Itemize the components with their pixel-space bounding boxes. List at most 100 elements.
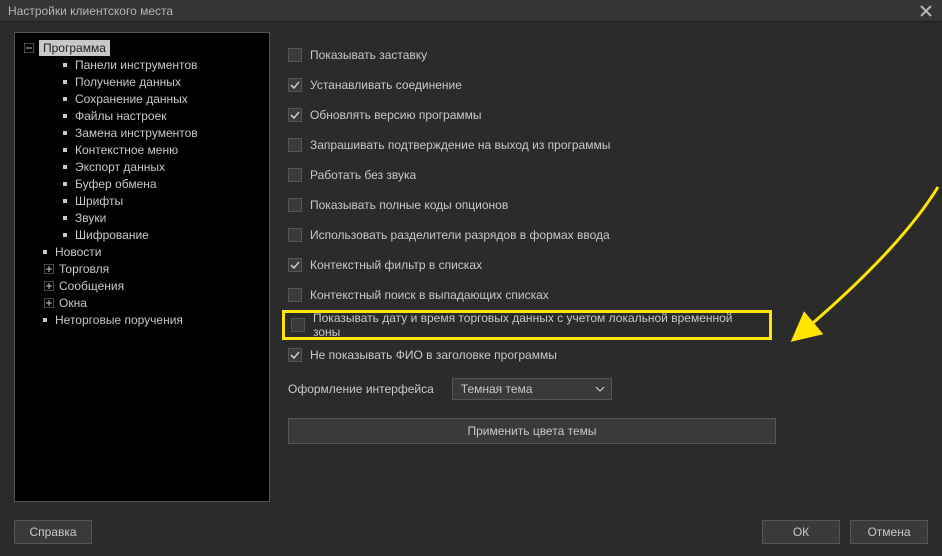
- checkbox[interactable]: [288, 78, 302, 92]
- option-label[interactable]: Показывать заставку: [310, 48, 427, 62]
- tree-item[interactable]: Получение данных: [19, 73, 265, 90]
- tree-item[interactable]: Панели инструментов: [19, 56, 265, 73]
- tree-item-label: Получение данных: [75, 75, 181, 89]
- tree-item-label: Программа: [39, 40, 110, 56]
- tree-item-label: Шифрование: [75, 228, 149, 242]
- option-row: Использовать разделители разрядов в форм…: [288, 220, 928, 250]
- option-row: Запрашивать подтверждение на выход из пр…: [288, 130, 928, 160]
- bullet-icon: [63, 114, 67, 118]
- help-label: Справка: [29, 525, 76, 539]
- expand-icon[interactable]: [43, 280, 55, 292]
- tree-item[interactable]: Неторговые поручения: [19, 311, 265, 328]
- checkbox[interactable]: [288, 198, 302, 212]
- checkbox[interactable]: [288, 348, 302, 362]
- theme-value: Темная тема: [461, 382, 533, 396]
- tree-item-label: Неторговые поручения: [55, 313, 183, 327]
- window-title: Настройки клиентского места: [8, 4, 916, 18]
- ok-label: ОК: [793, 525, 809, 539]
- settings-form: Показывать заставку Устанавливать соедине…: [288, 32, 928, 510]
- bullet-icon: [63, 165, 67, 169]
- tree-item[interactable]: Новости: [19, 243, 265, 260]
- option-label[interactable]: Не показывать ФИО в заголовке программы: [310, 348, 557, 362]
- checkbox[interactable]: [288, 138, 302, 152]
- bullet-icon: [63, 63, 67, 67]
- tree-item[interactable]: Контекстное меню: [19, 141, 265, 158]
- tree-item-label: Звуки: [75, 211, 106, 225]
- option-label[interactable]: Использовать разделители разрядов в форм…: [310, 228, 610, 242]
- option-label[interactable]: Показывать полные коды опционов: [310, 198, 508, 212]
- tree-item-label: Контекстное меню: [75, 143, 178, 157]
- bullet-icon: [63, 233, 67, 237]
- option-label[interactable]: Показывать дату и время торговых данных …: [313, 311, 763, 339]
- tree-item[interactable]: Замена инструментов: [19, 124, 265, 141]
- checkbox[interactable]: [288, 48, 302, 62]
- tree-item[interactable]: Шифрование: [19, 226, 265, 243]
- bullet-icon: [43, 250, 47, 254]
- tree-item[interactable]: Экспорт данных: [19, 158, 265, 175]
- checkbox[interactable]: [288, 108, 302, 122]
- option-row: Контекстный поиск в выпадающих списках: [288, 280, 928, 310]
- option-label[interactable]: Работать без звука: [310, 168, 416, 182]
- highlighted-option: Показывать дату и время торговых данных …: [282, 310, 772, 340]
- tree-item-label: Панели инструментов: [75, 58, 197, 72]
- tree-item[interactable]: Программа: [19, 39, 265, 56]
- close-icon[interactable]: [916, 1, 936, 21]
- bullet-icon: [63, 199, 67, 203]
- theme-label: Оформление интерфейса: [288, 382, 434, 396]
- expand-icon[interactable]: [43, 297, 55, 309]
- footer-buttons: Справка ОК Отмена: [14, 510, 928, 544]
- option-label[interactable]: Контекстный фильтр в списках: [310, 258, 482, 272]
- tree-item-label: Торговля: [59, 262, 109, 276]
- option-row: Обновлять версию программы: [288, 100, 928, 130]
- apply-theme-label: Применить цвета темы: [467, 424, 596, 438]
- tree-item-label: Замена инструментов: [75, 126, 198, 140]
- tree-item[interactable]: Окна: [19, 294, 265, 311]
- tree-item-label: Новости: [55, 245, 101, 259]
- bullet-icon: [63, 216, 67, 220]
- tree-item[interactable]: Сообщения: [19, 277, 265, 294]
- bullet-icon: [63, 182, 67, 186]
- help-button[interactable]: Справка: [14, 520, 92, 544]
- option-label[interactable]: Запрашивать подтверждение на выход из пр…: [310, 138, 610, 152]
- option-row: Показывать полные коды опционов: [288, 190, 928, 220]
- workarea: Программа Панели инструментов Получение да…: [14, 32, 928, 510]
- cancel-button[interactable]: Отмена: [850, 520, 928, 544]
- tree-item[interactable]: Буфер обмена: [19, 175, 265, 192]
- tree-item-label: Файлы настроек: [75, 109, 167, 123]
- collapse-icon[interactable]: [23, 42, 35, 54]
- bullet-icon: [43, 318, 47, 322]
- option-label[interactable]: Обновлять версию программы: [310, 108, 482, 122]
- checkbox[interactable]: [288, 258, 302, 272]
- tree-item[interactable]: Звуки: [19, 209, 265, 226]
- checkbox[interactable]: [288, 228, 302, 242]
- theme-select[interactable]: Темная тема: [452, 378, 612, 400]
- bullet-icon: [63, 148, 67, 152]
- tree-item[interactable]: Торговля: [19, 260, 265, 277]
- expand-icon[interactable]: [43, 263, 55, 275]
- checkbox[interactable]: [288, 168, 302, 182]
- cancel-label: Отмена: [867, 525, 910, 539]
- tree-item[interactable]: Сохранение данных: [19, 90, 265, 107]
- tree-item-label: Сохранение данных: [75, 92, 188, 106]
- tree-item-label: Экспорт данных: [75, 160, 165, 174]
- ok-button[interactable]: ОК: [762, 520, 840, 544]
- option-row: Не показывать ФИО в заголовке программы: [288, 340, 928, 370]
- apply-theme-button[interactable]: Применить цвета темы: [288, 418, 776, 444]
- option-label[interactable]: Контекстный поиск в выпадающих списках: [310, 288, 549, 302]
- option-label[interactable]: Устанавливать соединение: [310, 78, 462, 92]
- bullet-icon: [63, 131, 67, 135]
- titlebar: Настройки клиентского места: [0, 0, 942, 22]
- tree-item[interactable]: Файлы настроек: [19, 107, 265, 124]
- option-row: Контекстный фильтр в списках: [288, 250, 928, 280]
- bullet-icon: [63, 97, 67, 101]
- tree-item-label: Шрифты: [75, 194, 123, 208]
- bullet-icon: [63, 80, 67, 84]
- dialog-body: Программа Панели инструментов Получение да…: [0, 22, 942, 556]
- tree-item-label: Окна: [59, 296, 87, 310]
- option-row: Работать без звука: [288, 160, 928, 190]
- checkbox[interactable]: [288, 288, 302, 302]
- tree-item-label: Буфер обмена: [75, 177, 157, 191]
- checkbox[interactable]: [291, 318, 305, 332]
- nav-tree[interactable]: Программа Панели инструментов Получение да…: [14, 32, 270, 502]
- tree-item[interactable]: Шрифты: [19, 192, 265, 209]
